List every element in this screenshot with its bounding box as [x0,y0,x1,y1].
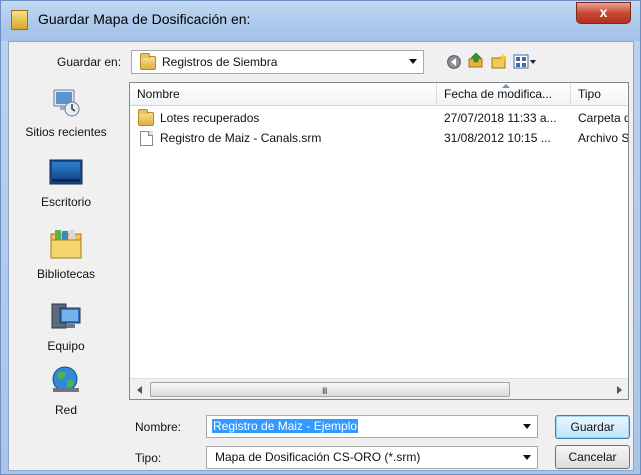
save-in-dropdown[interactable]: Registros de Siembra [131,50,424,74]
back-icon[interactable] [446,54,462,70]
place-computer[interactable]: Equipo [9,302,123,353]
scrollbar-thumb[interactable]: III [150,382,510,397]
cancel-button[interactable]: Cancelar [555,445,630,469]
save-in-label: Guardar en: [57,55,122,69]
column-header-name[interactable]: Nombre [130,83,437,106]
scroll-right-icon[interactable] [617,386,622,394]
chevron-down-icon[interactable] [523,423,531,429]
file-name: Lotes recuperados [160,111,260,125]
chevron-down-icon [523,454,531,460]
column-header-date-label: Fecha de modifica... [444,87,553,101]
save-dialog-window: Guardar Mapa de Dosificación en: x Guard… [0,0,641,475]
folder-icon [138,109,154,126]
up-folder-icon[interactable] [468,52,484,68]
file-name: Registro de Maiz - Canals.srm [160,131,322,145]
place-label: Red [54,403,77,417]
file-type-label: Tipo: [135,451,162,465]
desktop-icon [49,159,83,185]
recent-places-icon [53,89,80,117]
place-desktop[interactable]: Escritorio [9,158,123,209]
column-header-type[interactable]: Tipo [571,83,628,106]
place-label: Escritorio [40,195,91,209]
save-button[interactable]: Guardar [555,415,630,439]
place-label: Bibliotecas [36,267,96,281]
new-folder-icon[interactable] [491,53,507,69]
file-type-value: Mapa de Dosificación CS-ORO (*.srm) [215,450,421,464]
save-in-value: Registros de Siembra [162,55,278,69]
scroll-left-icon[interactable] [137,386,142,394]
file-row[interactable]: Lotes recuperados 27/07/2018 11:33 a... … [130,108,629,128]
computer-icon [51,303,81,329]
file-row[interactable]: Registro de Maiz - Canals.srm 31/08/2012… [130,128,629,148]
file-type: Carpeta d [578,111,629,125]
file-date: 31/08/2012 10:15 ... [444,131,551,145]
chevron-down-icon [409,59,417,64]
place-network[interactable]: Red [9,364,123,417]
scrollbar-grip: III [322,386,327,396]
place-recent[interactable]: Sitios recientes [9,86,123,139]
place-libraries[interactable]: Bibliotecas [9,228,123,281]
file-type-dropdown[interactable]: Mapa de Dosificación CS-ORO (*.srm) [206,446,538,469]
title-bar[interactable]: Guardar Mapa de Dosificación en: x [1,1,640,41]
place-label: Equipo [47,339,85,353]
file-name-label: Nombre: [135,420,182,434]
horizontal-scrollbar[interactable]: III [130,378,628,399]
file-type: Archivo Sl [578,131,629,145]
file-date: 27/07/2018 11:33 a... [444,111,557,125]
dialog-body: Guardar en: Registros de Siembra Sitios … [8,41,634,471]
place-label: Sitios recientes [25,125,107,139]
file-icon [140,131,153,146]
views-menu-icon[interactable] [513,54,537,70]
network-icon [52,366,79,392]
sort-ascending-icon [502,84,510,88]
app-icon [11,10,28,30]
file-list-header: Nombre Fecha de modifica... Tipo [130,83,628,106]
close-button[interactable]: x [576,2,631,24]
window-title: Guardar Mapa de Dosificación en: [38,11,251,27]
file-name-input[interactable]: Registro de Maiz - Ejemplo [206,415,538,438]
places-bar: Sitios recientes Escritorio Bibliotecas … [9,82,123,417]
file-list[interactable]: Nombre Fecha de modifica... Tipo Lotes r… [129,82,629,400]
folder-icon [140,53,156,70]
libraries-icon [50,230,82,259]
file-name-value: Registro de Maiz - Ejemplo [212,419,359,433]
